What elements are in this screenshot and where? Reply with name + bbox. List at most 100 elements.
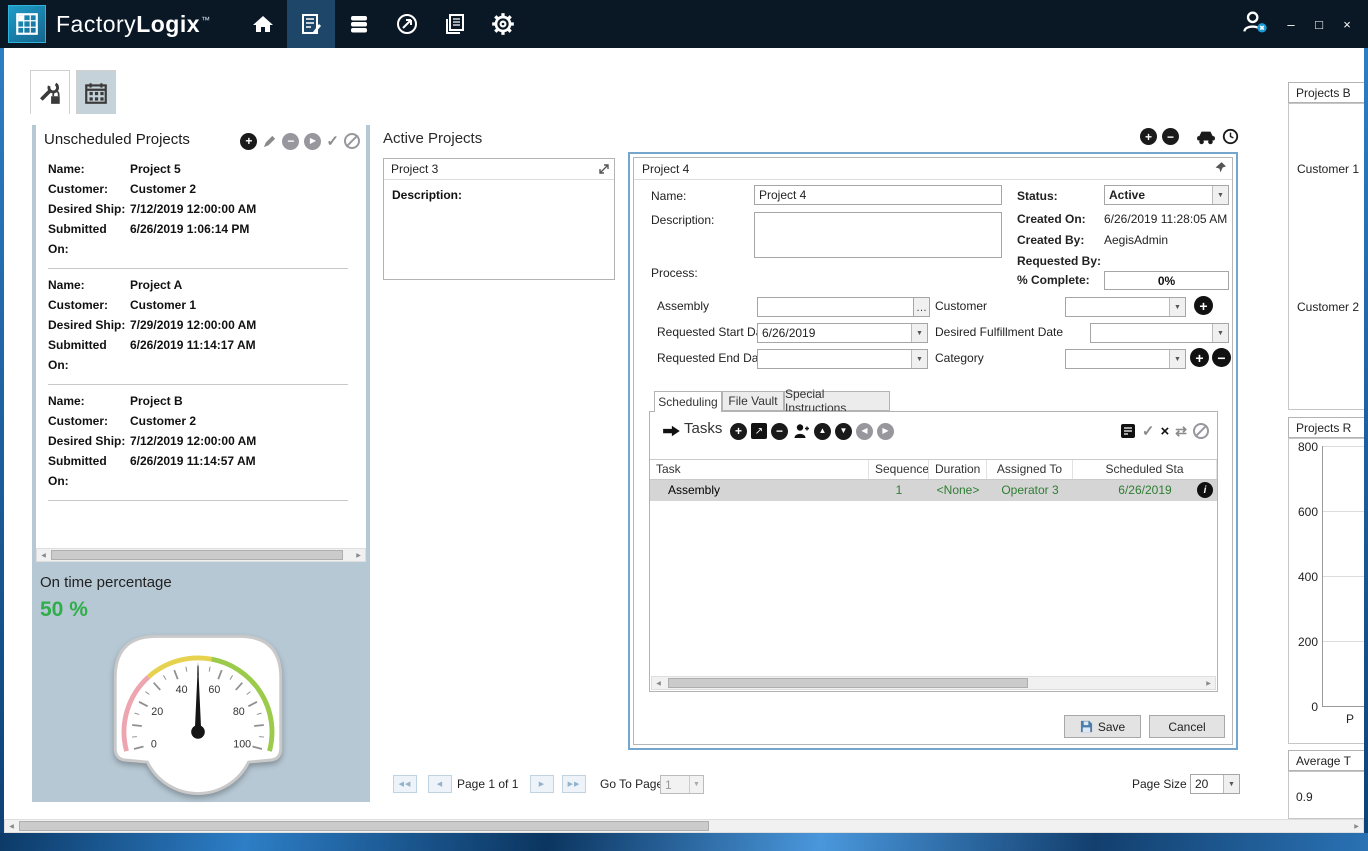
clear-tasks-button[interactable]: × [1161,423,1170,440]
apply-tasks-button[interactable]: ✓ [1142,422,1155,440]
requested-start-date-dropdown[interactable]: 6/26/2019 ▼ [757,323,928,343]
first-page-button[interactable]: ◀◀ [393,775,417,793]
scrollbar-thumb[interactable] [668,678,1028,688]
unscheduled-project-item[interactable]: Name:Project B Customer:Customer 2 Desir… [48,385,348,501]
titlebar: FactoryLogix™ [0,0,1368,48]
requested-start-date-label: Requested Start Date [657,325,772,339]
name-input[interactable] [754,185,1002,205]
unscheduled-project-item[interactable]: Name:Project A Customer:Customer 1 Desir… [48,269,348,385]
scrollbar-thumb[interactable] [19,821,709,831]
remove-project-button[interactable]: − [282,133,299,150]
name-value: Project B [130,391,183,411]
go-to-page-input[interactable]: 1 ▼ [660,775,704,794]
projects-by-panel-header[interactable]: Projects B [1288,82,1364,103]
user-button[interactable] [1240,8,1270,41]
application-window: FactoryLogix™ [0,0,1368,851]
pin-icon[interactable] [1214,161,1227,174]
name-label: Name: [48,391,130,411]
scrollbar-thumb[interactable] [51,550,343,560]
category-dropdown[interactable]: ▼ [1065,349,1186,369]
promote-project-button[interactable]: ▶ [304,133,321,150]
remove-category-button[interactable]: − [1212,348,1231,367]
requested-end-date-dropdown[interactable]: ▼ [757,349,928,369]
unscheduled-project-item[interactable]: Name:Project 5 Customer:Customer 2 Desir… [48,153,348,269]
remove-active-project-button[interactable]: − [1162,128,1179,145]
projects-chart-panel-header[interactable]: Projects R [1288,417,1364,438]
page-size-dropdown[interactable]: 20 ▼ [1190,774,1240,794]
materials-button[interactable] [335,0,383,48]
maximize-button[interactable]: □ [1312,17,1326,32]
desired-fulfillment-date-dropdown[interactable]: ▼ [1090,323,1229,343]
task-assign-button[interactable]: ↗ [751,423,767,439]
previous-page-button[interactable]: ◀ [428,775,452,793]
scroll-right-arrow[interactable]: ▶ [1350,820,1363,832]
customer-label: Customer: [48,295,130,315]
submitted-on-label: Submitted On: [48,451,130,491]
scroll-right-arrow[interactable]: ▶ [352,549,365,561]
desired-ship-label: Desired Ship: [48,199,130,219]
desired-ship-value: 7/29/2019 12:00:00 AM [130,315,256,335]
task-move-up-button[interactable]: ▲ [814,423,831,440]
minimize-button[interactable]: – [1284,17,1298,32]
next-page-button[interactable]: ▶ [530,775,554,793]
task-move-left-button[interactable]: ◀ [856,423,873,440]
accept-project-button[interactable]: ✓ [326,132,339,150]
main-horizontal-scrollbar[interactable]: ◀ ▶ [4,819,1364,833]
home-button[interactable] [239,0,287,48]
tab-file-vault[interactable]: File Vault [722,391,784,411]
task-row[interactable]: Assembly 1 <None> Operator 3 6/26/2019 i [650,480,1217,501]
y-tick: 200 [1288,635,1318,649]
logo-grid-icon [14,11,40,37]
edit-project-pencil-icon[interactable] [262,134,277,149]
project-3-card[interactable]: Project 3 Description: [383,158,615,280]
add-project-button[interactable]: + [240,133,257,150]
task-move-right-button[interactable]: ▶ [877,423,894,440]
add-active-project-button[interactable]: + [1140,128,1157,145]
project-3-title: Project 3 [391,162,438,176]
description-label: Description: [651,213,714,227]
gridline [1323,446,1364,447]
add-customer-button[interactable]: + [1194,296,1213,315]
swap-tasks-button[interactable]: ⇄ [1175,423,1187,440]
scroll-left-arrow[interactable]: ◀ [37,549,50,561]
add-category-button[interactable]: + [1190,348,1209,367]
cancel-button[interactable]: Cancel [1149,715,1225,738]
schedule-tasks-icon[interactable] [1120,423,1136,439]
scroll-right-arrow[interactable]: ▶ [1202,677,1215,689]
customer-dropdown[interactable]: ▼ [1065,297,1186,317]
task-info-icon[interactable]: i [1197,482,1213,498]
resources-icon[interactable] [1195,129,1217,145]
last-page-button[interactable]: ▶▶ [562,775,586,793]
history-clock-icon[interactable] [1222,128,1239,145]
submitted-on-value: 6/26/2019 1:06:14 PM [130,219,249,259]
customer-value: Customer 2 [130,179,196,199]
planning-button[interactable] [287,0,335,48]
tab-scheduling[interactable] [76,70,116,114]
scheduling-panel: Tasks + ↗ − ▲ ▼ ◀ ▶ [649,411,1218,692]
scroll-left-arrow[interactable]: ◀ [5,820,18,832]
average-panel-header[interactable]: Average T [1288,750,1364,771]
description-input[interactable] [754,212,1002,258]
tasks-horizontal-scrollbar[interactable]: ◀ ▶ [651,676,1216,690]
task-remove-button[interactable]: − [771,423,788,440]
scroll-left-arrow[interactable]: ◀ [652,677,665,689]
documents-button[interactable] [431,0,479,48]
task-move-down-button[interactable]: ▼ [835,423,852,440]
expand-icon[interactable] [598,163,610,175]
production-button[interactable] [383,0,431,48]
tab-administration[interactable] [30,70,70,114]
close-button[interactable]: × [1340,17,1354,32]
save-button[interactable]: Save [1064,715,1141,738]
sequence-cell: 1 [869,480,929,501]
settings-button[interactable] [479,0,527,48]
unscheduled-horizontal-scrollbar[interactable]: ◀ ▶ [36,548,366,562]
cancel-project-button[interactable] [344,133,360,149]
assembly-browse-button[interactable]: … [913,297,930,317]
block-tasks-button[interactable] [1193,423,1209,439]
task-add-button[interactable]: + [730,423,747,440]
task-operator-icon[interactable] [792,422,810,440]
status-dropdown[interactable]: Active ▼ [1104,185,1229,205]
tab-special-instructions[interactable]: Special Instructions [784,391,890,411]
tab-scheduling-inner[interactable]: Scheduling [654,391,722,412]
assembly-input[interactable] [757,297,914,317]
